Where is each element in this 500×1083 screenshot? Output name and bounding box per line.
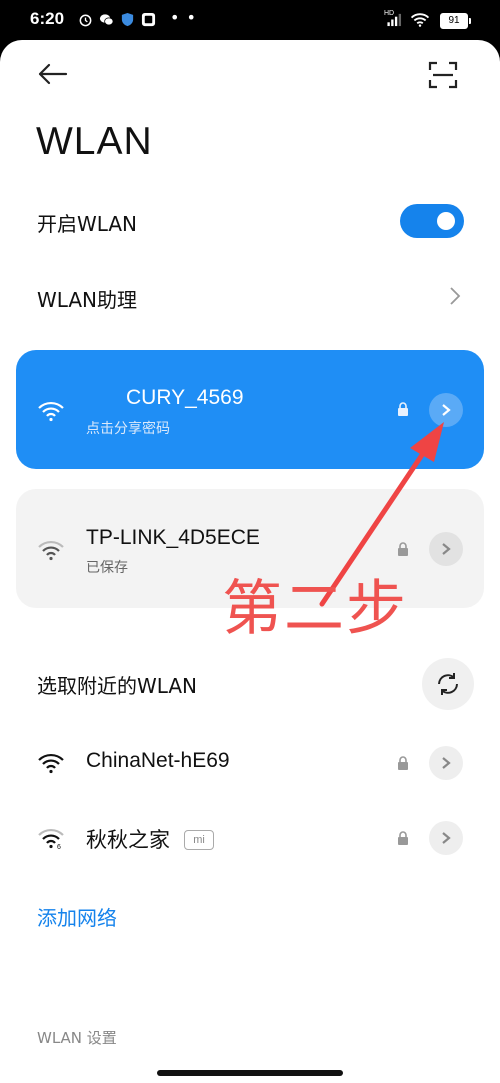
nearby-network-row[interactable]: 6 秋秋之家 mi	[0, 810, 500, 870]
toggle-knob	[437, 212, 455, 230]
nearby-network-row[interactable]: ChinaNet-hE69	[0, 735, 500, 795]
network-detail-button[interactable]	[429, 532, 463, 566]
lock-icon	[398, 402, 408, 416]
saved-network-subtitle: 已保存	[86, 560, 128, 576]
chevron-right-icon	[442, 832, 451, 844]
add-network-link[interactable]: 添加网络	[37, 902, 117, 931]
nearby-network-name: ChinaNet-hE69	[86, 749, 230, 772]
chevron-right-icon	[442, 404, 451, 416]
chevron-right-icon	[442, 543, 451, 555]
back-arrow-icon[interactable]	[36, 62, 68, 86]
svg-text:6: 6	[57, 844, 61, 849]
chevron-right-icon	[450, 287, 461, 305]
wifi-weak-icon	[38, 540, 64, 561]
refresh-button[interactable]	[422, 658, 474, 710]
lock-icon	[398, 542, 408, 556]
connected-network-card[interactable]: CURY_4569 点击分享密码	[16, 350, 484, 469]
wlan-toggle-label: 开启WLAN	[37, 212, 138, 236]
wifi-6-icon: 6	[38, 828, 64, 849]
refresh-icon	[438, 673, 458, 695]
home-indicator[interactable]	[157, 1070, 343, 1076]
saved-network-name: TP-LINK_4D5ECE	[86, 526, 260, 549]
chevron-right-icon	[442, 757, 451, 769]
wifi-icon	[38, 401, 64, 422]
wlan-settings-header: WLAN 设置	[37, 1029, 117, 1047]
annotation-text: 第二步	[222, 574, 408, 644]
network-detail-button[interactable]	[429, 393, 463, 427]
alarm-icon	[79, 14, 92, 27]
wechat-icon	[99, 14, 114, 26]
wifi-icon	[410, 13, 430, 27]
connected-network-subtitle: 点击分享密码	[86, 421, 170, 437]
network-detail-button[interactable]	[429, 746, 463, 780]
network-detail-button[interactable]	[429, 821, 463, 855]
lock-icon	[398, 756, 408, 770]
page-title: WLAN	[36, 120, 153, 163]
scan-icon[interactable]	[428, 60, 458, 90]
app-icon	[141, 12, 156, 27]
shield-icon	[121, 12, 134, 27]
battery-icon: 91	[440, 13, 471, 29]
wlan-toggle[interactable]	[400, 204, 464, 238]
nearby-network-name: 秋秋之家	[86, 829, 170, 852]
wifi-icon	[38, 753, 64, 774]
lock-icon	[398, 831, 408, 845]
signal-icon	[387, 13, 402, 27]
more-notifications: • •	[170, 8, 197, 27]
connected-network-name: CURY_4569	[126, 386, 244, 409]
nearby-section-label: 选取附近的WLAN	[37, 674, 198, 698]
status-time: 6:20	[30, 9, 65, 28]
mi-badge: mi	[184, 830, 214, 850]
wlan-assistant-label: WLAN助理	[37, 288, 138, 312]
status-bar: 6:20 • • HD 91	[0, 0, 500, 40]
wlan-assistant-row[interactable]: WLAN助理	[37, 284, 467, 313]
